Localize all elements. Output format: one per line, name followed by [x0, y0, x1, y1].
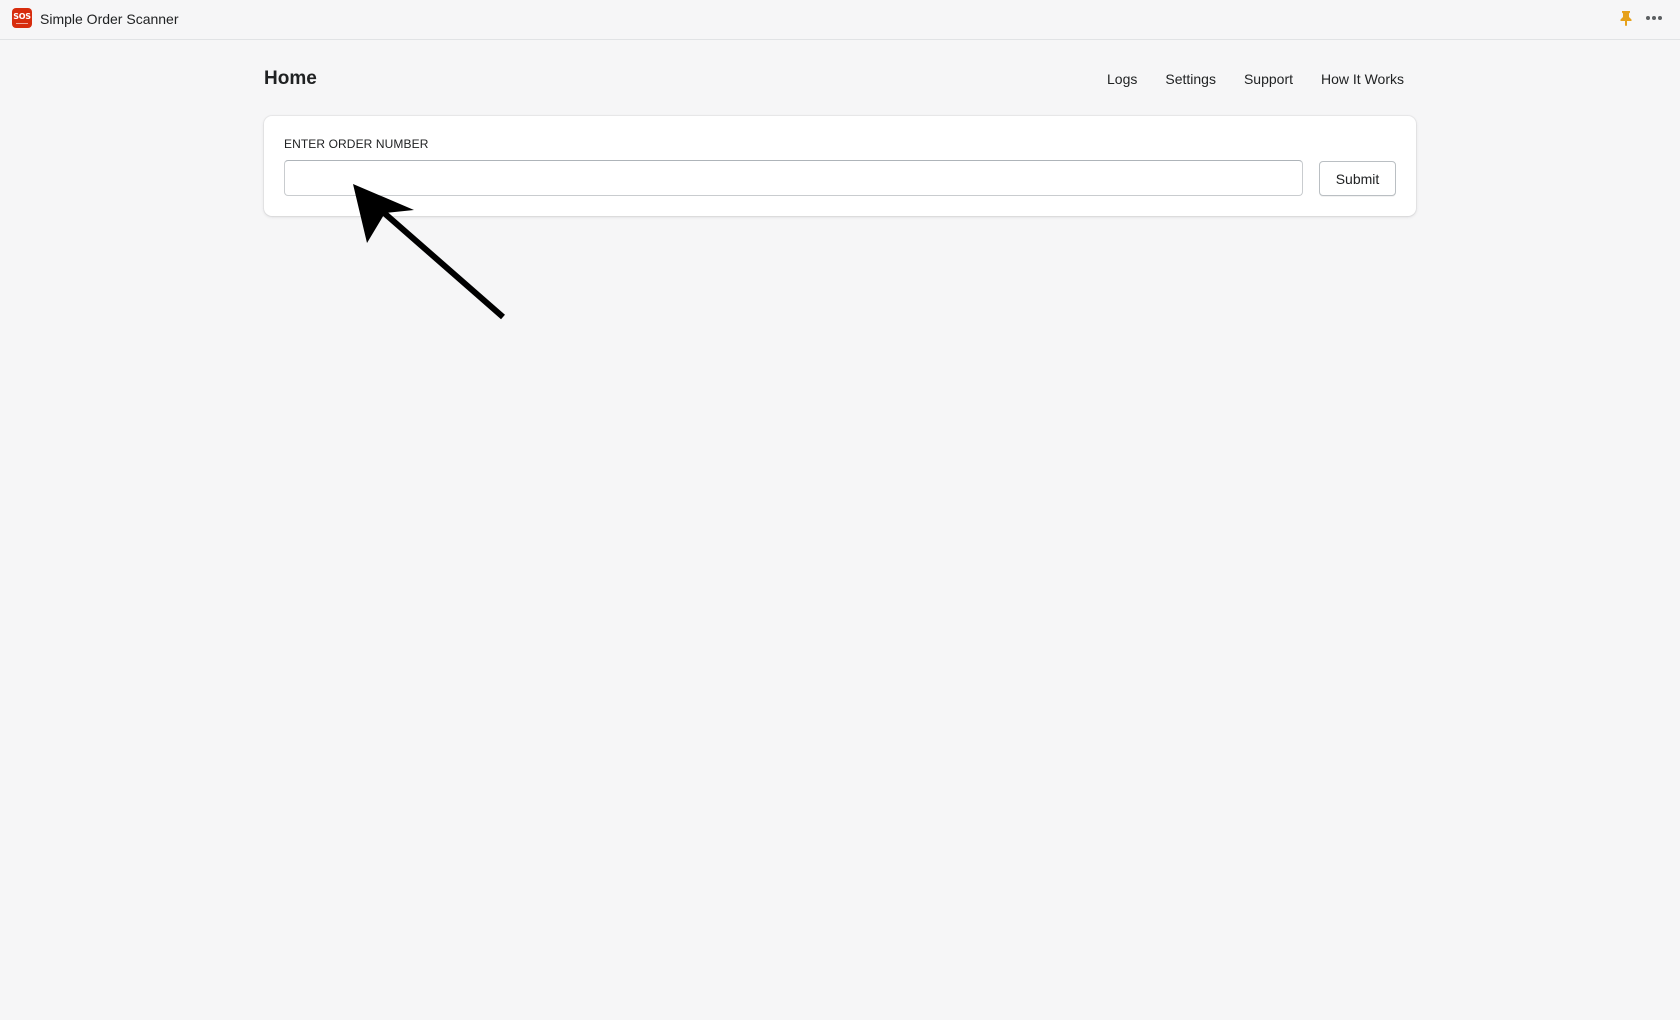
- nav-logs-link[interactable]: Logs: [1107, 71, 1137, 87]
- nav-settings-link[interactable]: Settings: [1165, 71, 1216, 87]
- nav-how-it-works-link[interactable]: How It Works: [1321, 71, 1404, 87]
- page-header: Home Logs Settings Support How It Works: [264, 62, 1416, 98]
- app-logo-text: SOS: [13, 11, 31, 21]
- order-number-label: ENTER ORDER NUMBER: [284, 137, 429, 151]
- header-nav: Logs Settings Support How It Works: [1079, 71, 1404, 87]
- more-actions-button[interactable]: [1642, 8, 1666, 28]
- arrow-annotation-icon: [353, 184, 505, 320]
- app-logo: SOS: [12, 8, 32, 28]
- nav-support-link[interactable]: Support: [1244, 71, 1293, 87]
- app-bar: SOS Simple Order Scanner: [0, 0, 1680, 40]
- pin-icon: [1620, 11, 1632, 26]
- page-title: Home: [264, 68, 317, 89]
- app-title: Simple Order Scanner: [40, 11, 179, 27]
- pin-button[interactable]: [1616, 8, 1636, 28]
- submit-button[interactable]: Submit: [1319, 161, 1396, 196]
- more-horizontal-icon: [1646, 16, 1662, 20]
